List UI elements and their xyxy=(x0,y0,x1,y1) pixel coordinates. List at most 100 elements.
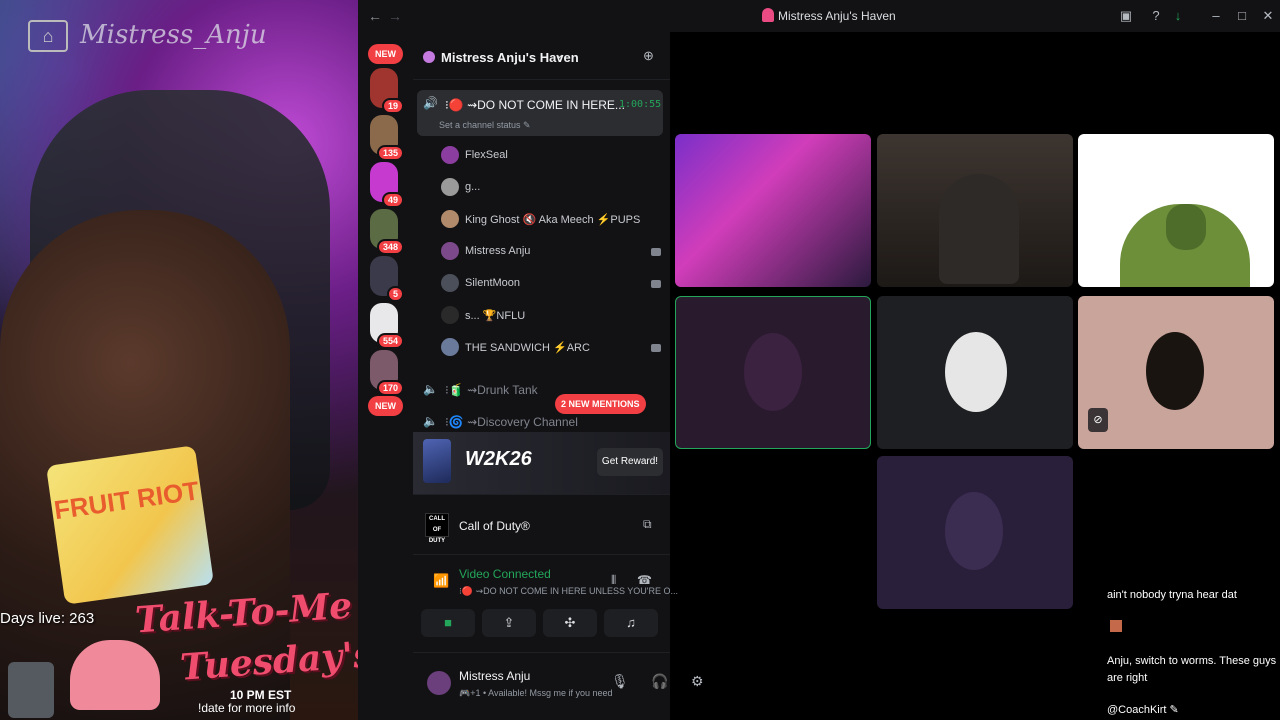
close-button[interactable]: ✕ xyxy=(1258,8,1278,24)
voice-member[interactable]: King Ghost 🔇 Aka Meech ⚡PUPS xyxy=(441,208,661,230)
mention-badge: 135 xyxy=(376,145,404,161)
server-icon-3[interactable]: 348 xyxy=(370,209,404,255)
mug-image xyxy=(8,662,54,718)
video-tile-hulk[interactable] xyxy=(1078,134,1274,287)
server-icon xyxy=(762,8,774,22)
voice-member[interactable]: s... 🏆NFLU xyxy=(441,304,661,326)
mention-badge: 49 xyxy=(381,192,404,208)
activity-panel: CALL OF DUTY Call of Duty® ⧉ xyxy=(413,494,670,554)
video-tile-king-ghost[interactable] xyxy=(877,134,1073,287)
speaker-icon: 🔈 xyxy=(423,382,438,396)
avatar xyxy=(441,146,459,164)
stream-game-icon[interactable]: ⧉ xyxy=(643,517,652,532)
download-icon[interactable]: ↓ xyxy=(1168,8,1188,23)
new-unread-pill-bottom[interactable]: NEW xyxy=(368,396,403,416)
video-tile-flexseal[interactable] xyxy=(675,134,871,287)
settings-gear-icon[interactable]: ⚙ xyxy=(691,673,704,690)
voice-member[interactable]: FlexSeal xyxy=(441,144,661,166)
mention-badge: 348 xyxy=(376,239,404,255)
activity-game-name: Call of Duty® xyxy=(459,519,530,533)
channel-status[interactable]: Set a channel status ✎ xyxy=(439,120,531,131)
mention-badge: 19 xyxy=(381,98,404,114)
avatar xyxy=(744,333,802,411)
avatar xyxy=(441,210,459,228)
video-tile-silentmoon[interactable] xyxy=(877,296,1073,449)
video-tile-the-sandwich[interactable]: ⊘ xyxy=(1078,296,1274,449)
twitch-icon: ⌂ xyxy=(28,20,68,52)
add-member-icon[interactable]: ⊕ xyxy=(643,48,654,64)
promo-gem-icon xyxy=(423,439,451,483)
new-unread-pill-top[interactable]: NEW xyxy=(368,44,403,64)
chat-message: ain't nobody tryna hear dat xyxy=(1107,589,1237,601)
new-mentions-pill[interactable]: 2 NEW MENTIONS xyxy=(555,394,646,414)
promo-banner: W2K26 Get Reward! xyxy=(413,432,670,494)
server-icon-2[interactable]: 49 xyxy=(370,162,404,208)
video-tile-mistress-anju[interactable] xyxy=(675,296,871,449)
title-bar: ← → Mistress Anju's Haven ▣ ? ↓ – □ ✕ xyxy=(358,0,1280,32)
window-title: Mistress Anju's Haven xyxy=(778,9,896,23)
avatar xyxy=(1146,332,1204,410)
user-panel: Mistress Anju 🎮+1 • Available! Mssg me i… xyxy=(413,652,704,720)
minimize-button[interactable]: – xyxy=(1206,8,1226,23)
avatar[interactable] xyxy=(427,671,451,695)
muted-mic-icon: ⊘ xyxy=(1088,408,1108,432)
server-icon-5[interactable]: 554 xyxy=(370,303,404,349)
voice-member[interactable]: g... xyxy=(441,176,661,198)
voice-channel-label[interactable]: ⁝🔴 ⇝DO NOT COME IN HERE UNLESS YOU'RE O.… xyxy=(459,586,678,597)
soundboard-button[interactable]: ♫ xyxy=(604,609,658,637)
camera-icon xyxy=(651,248,661,256)
server-icon-0[interactable]: 19 xyxy=(370,68,404,114)
member-name: g... xyxy=(465,181,481,193)
back-button[interactable]: ← xyxy=(368,8,382,24)
chat-message: @CoachKirt ✎ xyxy=(1107,704,1179,716)
avatar xyxy=(441,178,459,196)
member-name: King Ghost 🔇 Aka Meech ⚡PUPS xyxy=(465,214,641,226)
server-rail: NEW 19 135 49 348 5 554 170 NEW xyxy=(358,32,413,720)
avatar xyxy=(441,338,459,356)
forward-button[interactable]: → xyxy=(388,8,402,24)
server-icon-6[interactable]: 170 xyxy=(370,350,404,396)
guild-header[interactable]: Mistress Anju's Haven ⌄ ⊕ xyxy=(413,32,670,80)
server-icon-4[interactable]: 5 xyxy=(370,256,404,302)
disconnect-icon[interactable]: ☎ xyxy=(637,573,652,587)
avatar xyxy=(945,332,1007,412)
username[interactable]: Mistress Anju xyxy=(459,669,530,683)
event-command: !date for more info xyxy=(198,701,296,715)
headset-icon[interactable]: 🎧 xyxy=(651,673,668,690)
voice-channel-active[interactable]: 🔊 ⁝🔴 ⇝DO NOT COME IN HERE... 1:00:55 Set… xyxy=(417,90,663,136)
server-icon-1[interactable]: 135 xyxy=(370,115,404,161)
days-live-counter: Days live: 263 xyxy=(0,610,95,627)
chat-message: Anju, switch to worms. These guys are ri… xyxy=(1107,655,1277,684)
voice-status[interactable]: Video Connected xyxy=(459,567,551,581)
camera-icon xyxy=(651,344,661,352)
speaker-icon: 🔊 xyxy=(423,96,438,110)
promo-game-logo: W2K26 xyxy=(465,448,532,470)
get-reward-button[interactable]: Get Reward! xyxy=(597,448,663,476)
channel-sidebar: Mistress Anju's Haven ⌄ ⊕ 🔊 ⁝🔴 ⇝DO NOT C… xyxy=(413,32,670,432)
guild-boost-icon xyxy=(423,51,435,63)
voice-channel-discovery[interactable]: 🔈 ⁝🌀 ⇝Discovery Channel xyxy=(417,412,663,432)
mention-badge: 170 xyxy=(376,380,404,396)
help-icon[interactable]: ? xyxy=(1146,8,1166,23)
microphone-icon[interactable]: 🎙 xyxy=(611,673,629,690)
signal-icon[interactable]: 📶 xyxy=(433,573,449,589)
inbox-icon[interactable]: ▣ xyxy=(1116,8,1136,24)
noise-suppression-icon[interactable]: ⦀ xyxy=(611,573,616,588)
emote-icon xyxy=(1110,620,1122,632)
voice-member[interactable]: SilentMoon xyxy=(441,272,661,294)
voice-member[interactable]: THE SANDWICH ⚡ARC xyxy=(441,336,661,358)
screen-share-button[interactable]: ⇪ xyxy=(482,609,536,637)
maximize-button[interactable]: □ xyxy=(1232,8,1252,23)
webcam-overlay: FRUIT RIOT ⌂ Mistress_Anju Days live: 26… xyxy=(0,0,358,720)
camera-button[interactable]: ■ xyxy=(421,609,475,637)
chevron-down-icon: ⌄ xyxy=(554,46,565,61)
channel-name: ⁝🌀 ⇝Discovery Channel xyxy=(445,415,578,429)
custom-status: 🎮+1 • Available! Mssg me if you need xyxy=(459,688,613,698)
avatar xyxy=(441,306,459,324)
avatar xyxy=(441,274,459,292)
video-tile-s[interactable] xyxy=(877,456,1073,609)
voice-member[interactable]: Mistress Anju xyxy=(441,240,661,262)
member-name: THE SANDWICH ⚡ARC xyxy=(465,342,590,354)
activities-button[interactable]: ✣ xyxy=(543,609,597,637)
hulk-head xyxy=(1166,204,1206,250)
